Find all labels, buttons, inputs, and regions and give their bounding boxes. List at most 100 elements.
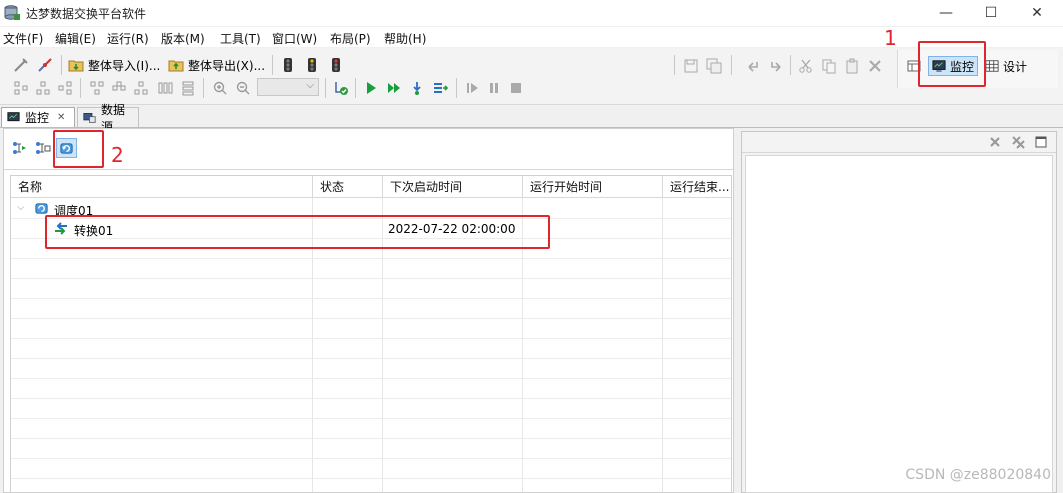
- toolbar-separator: [456, 78, 457, 98]
- tab-datasource[interactable]: 数据源: [77, 103, 139, 134]
- toolbar-separator: [790, 55, 791, 75]
- distribute-horizontal-icon[interactable]: [156, 79, 174, 97]
- remove-icon[interactable]: [986, 133, 1004, 151]
- tab-monitor-label: 监控: [25, 111, 50, 125]
- run-icon[interactable]: [362, 79, 380, 97]
- redo-icon[interactable]: [767, 57, 785, 75]
- table-row: [11, 319, 731, 339]
- detail-panel-body: [745, 155, 1053, 493]
- toolbar-separator: [203, 78, 204, 98]
- pause-icon[interactable]: [485, 79, 503, 97]
- export-all-button[interactable]: 整体导出(X)...: [188, 57, 265, 74]
- window-title: 达梦数据交换平台软件: [26, 7, 147, 21]
- menu-window[interactable]: 窗口(W): [272, 30, 317, 47]
- cut-icon[interactable]: [797, 57, 815, 75]
- chevron-down-icon[interactable]: ⌵: [17, 202, 25, 213]
- datasource-icon: [82, 111, 97, 124]
- zoom-in-icon[interactable]: [211, 79, 229, 97]
- table-row: [11, 379, 731, 399]
- toolbar-separator: [61, 55, 62, 75]
- menu-tools[interactable]: 工具(T): [220, 30, 261, 47]
- zoom-select[interactable]: ⌵: [257, 78, 319, 96]
- toolbar-separator: [325, 78, 326, 98]
- menu-bar: 文件(F) 编辑(E) 运行(R) 版本(M) 工具(T) 窗口(W) 布局(P…: [0, 27, 1063, 47]
- remove-all-icon[interactable]: [1009, 133, 1027, 151]
- table-row: [11, 459, 731, 479]
- grid-icon: [984, 59, 1000, 73]
- align-center-icon[interactable]: [34, 79, 52, 97]
- annotation-label-1: 1: [884, 26, 897, 50]
- traffic-light-red-icon[interactable]: [327, 56, 345, 74]
- table-row: [11, 399, 731, 419]
- paste-icon[interactable]: [843, 57, 861, 75]
- toolbar-separator: [674, 55, 675, 75]
- validate-icon[interactable]: [332, 79, 350, 97]
- watermark: CSDN @ze88020840: [905, 467, 1051, 483]
- menu-help[interactable]: 帮助(H): [384, 30, 426, 47]
- collapse-tree-icon[interactable]: [34, 139, 52, 157]
- close-icon[interactable]: ✕: [57, 112, 65, 123]
- view-tab-strip: [0, 105, 1063, 128]
- table-row: [11, 339, 731, 359]
- column-header-run-start[interactable]: 运行开始时间: [523, 176, 663, 198]
- column-header-run-end[interactable]: 运行结束...: [663, 176, 731, 198]
- column-header-name[interactable]: 名称: [11, 176, 313, 198]
- menu-version[interactable]: 版本(M): [161, 30, 205, 47]
- align-left-icon[interactable]: [12, 79, 30, 97]
- close-button[interactable]: ✕: [1014, 0, 1060, 26]
- annotation-box-monitor: [918, 41, 986, 87]
- chevron-down-icon: ⌵: [306, 80, 314, 91]
- distribute-vertical-icon[interactable]: [179, 79, 197, 97]
- toolbar-separator: [731, 55, 732, 75]
- align-top-icon[interactable]: [88, 79, 106, 97]
- align-bottom-icon[interactable]: [132, 79, 150, 97]
- maximize-panel-icon[interactable]: [1032, 133, 1050, 151]
- save-all-icon[interactable]: [705, 57, 723, 75]
- menu-layout[interactable]: 布局(P): [330, 30, 371, 47]
- title-bar: 达梦数据交换平台软件 — ☐ ✕: [0, 0, 1063, 26]
- traffic-light-icon[interactable]: [279, 56, 297, 74]
- table-row: [11, 279, 731, 299]
- traffic-light-yellow-icon[interactable]: [303, 56, 321, 74]
- table-row: [11, 359, 731, 379]
- menu-file[interactable]: 文件(F): [3, 30, 43, 47]
- table-row: [11, 419, 731, 439]
- column-header-status[interactable]: 状态: [313, 176, 383, 198]
- annotation-box-transform-row: [45, 215, 550, 249]
- align-right-icon[interactable]: [56, 79, 74, 97]
- save-icon[interactable]: [682, 57, 700, 75]
- import-folder-icon[interactable]: [67, 56, 85, 74]
- align-middle-icon[interactable]: [110, 79, 128, 97]
- table-row: [11, 439, 731, 459]
- annotation-box-refresh: [53, 130, 104, 168]
- undo-icon[interactable]: [744, 57, 762, 75]
- step-over-icon[interactable]: [431, 79, 449, 97]
- tab-monitor[interactable]: 监控 ✕: [1, 107, 75, 127]
- run-fast-icon[interactable]: [385, 79, 403, 97]
- connect-icon[interactable]: [12, 56, 30, 74]
- disconnect-icon[interactable]: [36, 56, 54, 74]
- toolbar-separator: [80, 78, 81, 98]
- menu-edit[interactable]: 编辑(E): [55, 30, 96, 47]
- menu-run[interactable]: 运行(R): [107, 30, 149, 47]
- stop-icon[interactable]: [507, 79, 525, 97]
- annotation-label-2: 2: [111, 143, 124, 167]
- toolbar-separator: [355, 78, 356, 98]
- minimize-button[interactable]: —: [923, 0, 969, 26]
- delete-icon[interactable]: [866, 57, 884, 75]
- import-all-button[interactable]: 整体导入(I)...: [88, 57, 160, 74]
- debug-step-icon[interactable]: [408, 79, 426, 97]
- zoom-out-icon[interactable]: [234, 79, 252, 97]
- app-icon: [4, 5, 20, 21]
- monitor-icon: [6, 111, 21, 124]
- table-row: [11, 259, 731, 279]
- expand-tree-icon[interactable]: [11, 139, 29, 157]
- maximize-button[interactable]: ☐: [968, 0, 1014, 26]
- perspective-design-button[interactable]: 设计: [984, 56, 1034, 76]
- toolbar-separator: [272, 55, 273, 75]
- copy-icon[interactable]: [820, 57, 838, 75]
- column-header-next-start[interactable]: 下次启动时间: [383, 176, 523, 198]
- export-folder-icon[interactable]: [167, 56, 185, 74]
- resume-icon[interactable]: [463, 79, 481, 97]
- table-row: [11, 299, 731, 319]
